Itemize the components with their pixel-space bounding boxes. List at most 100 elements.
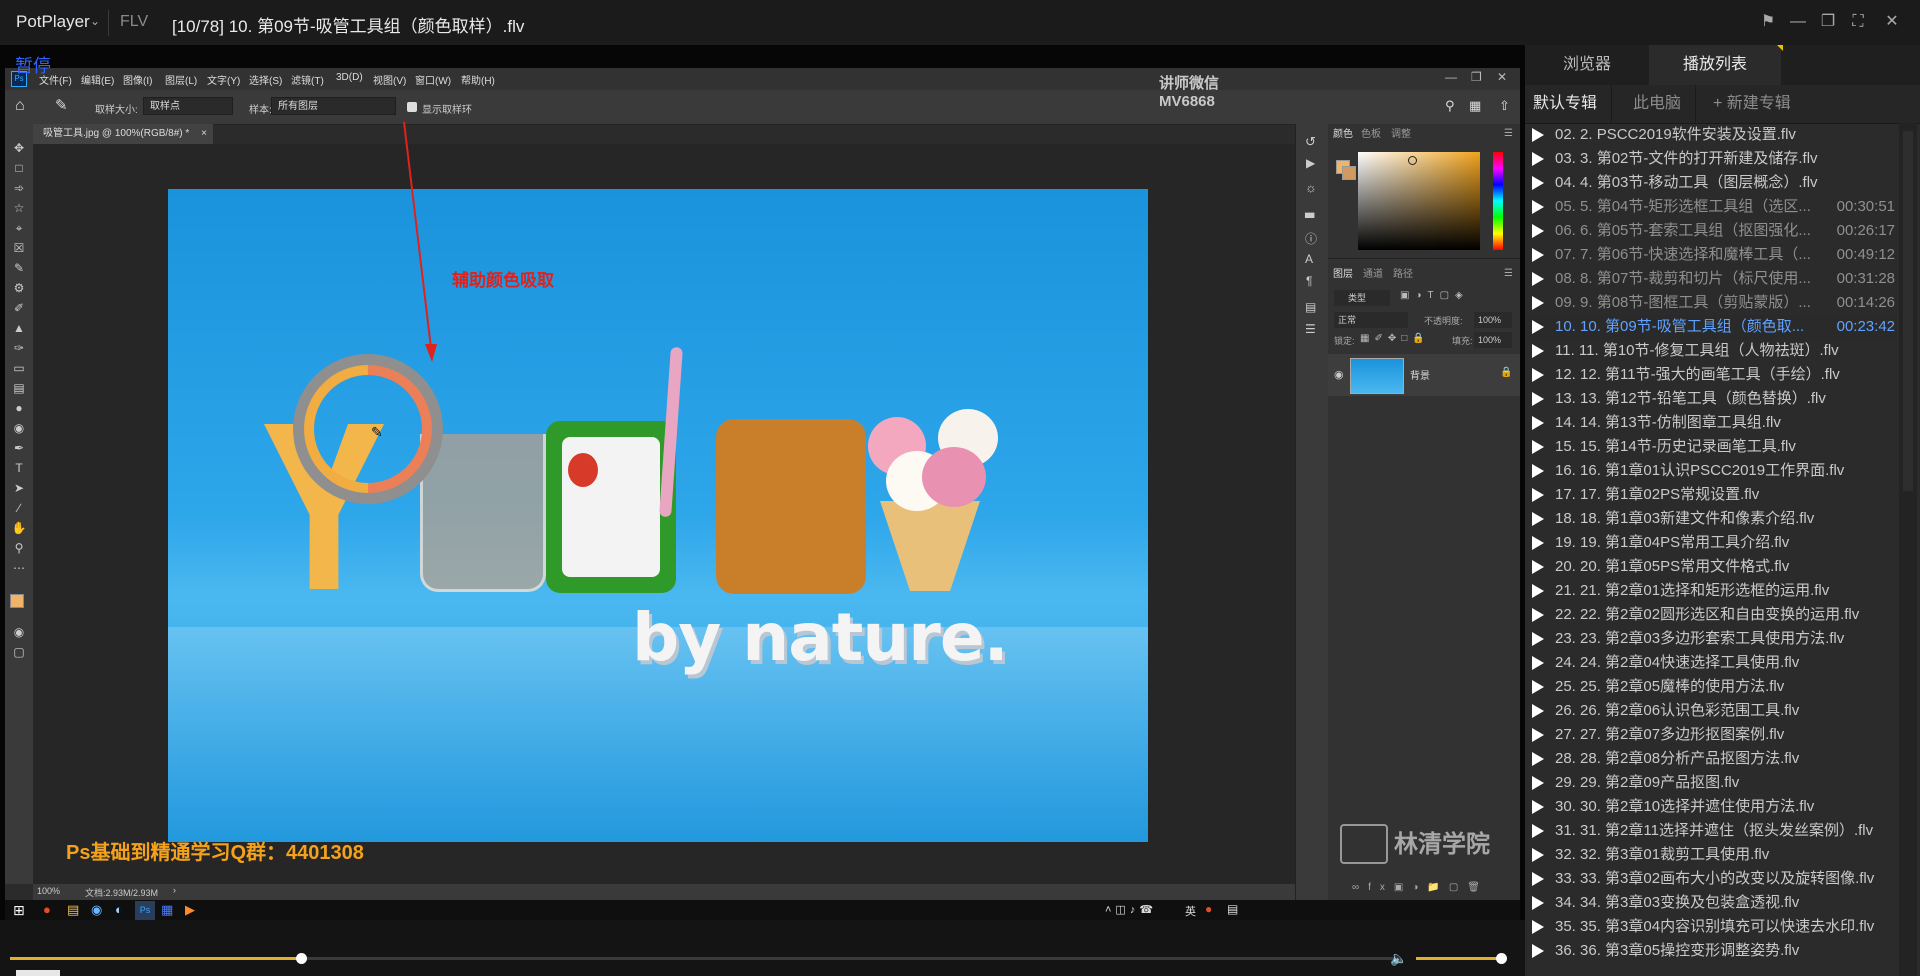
folder-icon[interactable]: ▤ — [67, 902, 79, 918]
playlist-item[interactable]: 13. 13. 第12节-铅笔工具（颜色替换）.flv — [1525, 387, 1897, 411]
hand-tool-icon[interactable]: ✋ — [11, 520, 27, 536]
menu-image[interactable]: 图像(I) — [123, 72, 152, 87]
adjust-icon[interactable]: ☼ — [1305, 180, 1317, 195]
color-field[interactable] — [1358, 152, 1480, 250]
tab-playlist[interactable]: 播放列表 — [1649, 45, 1781, 85]
menu-type[interactable]: 文字(Y) — [207, 72, 240, 87]
playlist-item[interactable]: 06. 6. 第05节-套索工具组（抠图强化... 00:26:17 — [1525, 219, 1897, 243]
history-brush-icon[interactable]: ✑ — [11, 340, 27, 356]
minimize-icon[interactable]: — — [1445, 70, 1457, 84]
playlist-item[interactable]: 08. 8. 第07节-裁剪和切片（标尺使用... 00:31:28 — [1525, 267, 1897, 291]
fullscreen-icon[interactable]: ⛶ — [1846, 10, 1870, 34]
show-ring-checkbox[interactable] — [407, 102, 417, 112]
fill-field[interactable]: 100% — [1474, 332, 1512, 348]
pen-tool-icon[interactable]: ✒ — [11, 440, 27, 456]
windows-start-icon[interactable]: ⊞ — [13, 902, 25, 919]
info-icon[interactable]: ⓘ — [1305, 230, 1317, 247]
browser-icon[interactable]: ◉ — [91, 902, 102, 918]
playlist-item[interactable]: 14. 14. 第13节-仿制图章工具组.flv — [1525, 411, 1897, 435]
tab-color[interactable]: 颜色 — [1333, 124, 1353, 146]
lock-icons[interactable]: ▦✐✥□🔒 — [1360, 333, 1430, 344]
playlist-item[interactable]: 27. 27. 第2章07多边形抠图案例.flv — [1525, 723, 1897, 747]
home-icon[interactable]: ⌂ — [15, 97, 25, 115]
zoom-tool-icon[interactable]: ⚲ — [11, 540, 27, 556]
gradient-tool-icon[interactable]: ▤ — [11, 380, 27, 396]
playlist-item[interactable]: 24. 24. 第2章04快速选择工具使用.flv — [1525, 651, 1897, 675]
playlist-item[interactable]: 28. 28. 第2章08分析产品抠图方法.flv — [1525, 747, 1897, 771]
panel-menu-icon[interactable]: ☰ — [1504, 128, 1513, 139]
document-tab[interactable]: 吸管工具.jpg @ 100%(RGB/8#) * × — [33, 124, 213, 144]
playlist-item[interactable]: 25. 25. 第2章05魔棒的使用方法.flv — [1525, 675, 1897, 699]
layers-footer-icons[interactable]: ∞fx▣◑📁▢🗑 — [1328, 882, 1520, 900]
chevron-down-icon[interactable]: ⌄ — [90, 14, 100, 28]
app-icon-3[interactable]: ▦ — [161, 902, 173, 918]
healing-tool-icon[interactable]: ⚙ — [11, 280, 27, 296]
volume-handle[interactable] — [1496, 953, 1507, 964]
playlist-item[interactable]: 04. 4. 第03节-移动工具（图层概念）.flv — [1525, 171, 1897, 195]
playlist-item[interactable]: 21. 21. 第2章01选择和矩形选框的运用.flv — [1525, 579, 1897, 603]
play-action-icon[interactable]: ▶ — [1306, 156, 1315, 170]
chevron-right-icon[interactable]: › — [173, 885, 176, 895]
app-icon-2[interactable]: ◐ — [115, 902, 123, 917]
eyedropper-icon[interactable]: ✎ — [55, 96, 68, 114]
playlist-item[interactable]: 33. 33. 第3章02画布大小的改变以及旋转图像.flv — [1525, 867, 1897, 891]
menu-filter[interactable]: 滤镜(T) — [291, 72, 324, 87]
layer-filter-icons[interactable]: ▣◑T▢◈ — [1400, 290, 1469, 301]
menu-window[interactable]: 窗口(W) — [415, 72, 451, 87]
playlist-item[interactable]: 32. 32. 第3章01裁剪工具使用.flv — [1525, 843, 1897, 867]
playlist-item[interactable]: 02. 2. PSCC2019软件安装及设置.flv — [1525, 123, 1897, 147]
move-tool-icon[interactable]: ✥ — [11, 140, 27, 156]
restore-icon[interactable]: ❐ — [1471, 70, 1482, 84]
blur-tool-icon[interactable]: ● — [11, 400, 27, 416]
playlist-item[interactable]: 31. 31. 第2章11选择并遮住（抠头发丝案例）.flv — [1525, 819, 1897, 843]
playlist-item[interactable]: 17. 17. 第1章02PS常规设置.flv — [1525, 483, 1897, 507]
playlist-item[interactable]: 29. 29. 第2章09产品抠图.flv — [1525, 771, 1897, 795]
notification-icon[interactable]: ▤ — [1227, 902, 1238, 916]
playlist-scrollbar[interactable] — [1899, 123, 1917, 976]
search-icon[interactable]: ⚲ — [1445, 98, 1455, 114]
menu-view[interactable]: 视图(V) — [373, 72, 406, 87]
marquee-tool-icon[interactable]: □ — [11, 160, 27, 176]
color-picker-ring[interactable] — [1408, 156, 1417, 165]
zoom-level[interactable]: 100% — [37, 886, 60, 896]
tab-adjustments[interactable]: 调整 — [1391, 124, 1411, 146]
playlist-item[interactable]: 19. 19. 第1章04PS常用工具介绍.flv — [1525, 531, 1897, 555]
opacity-field[interactable]: 100% — [1474, 312, 1512, 328]
playlist-item[interactable]: 34. 34. 第3章03变换及包装盒透视.flv — [1525, 891, 1897, 915]
type-tool-icon[interactable]: T — [11, 460, 27, 476]
history-icon[interactable]: ↺ — [1305, 134, 1316, 150]
playlist-item[interactable]: 30. 30. 第2章10选择并遮住使用方法.flv — [1525, 795, 1897, 819]
tab-swatches[interactable]: 色板 — [1361, 124, 1381, 146]
properties-icon[interactable]: ☰ — [1305, 322, 1316, 336]
quick-mask-icon[interactable]: ◉ — [11, 624, 27, 640]
tray-icons[interactable]: ˄◫♪☎ — [1105, 903, 1157, 916]
frame-tool-icon[interactable]: ☒ — [11, 240, 27, 256]
character-icon[interactable]: A — [1305, 252, 1313, 266]
app-name[interactable]: PotPlayer — [16, 12, 90, 32]
tab-browser[interactable]: 浏览器 — [1525, 45, 1649, 85]
tray-app-icon[interactable]: ● — [1205, 902, 1212, 916]
blend-mode-select[interactable]: 正常 — [1334, 312, 1408, 328]
brush-tool-icon[interactable]: ✐ — [11, 300, 27, 316]
pin-icon[interactable]: ⚑ — [1756, 10, 1780, 34]
dodge-tool-icon[interactable]: ◉ — [11, 420, 27, 436]
minimize-icon[interactable]: — — [1786, 10, 1810, 34]
playlist-item[interactable]: 16. 16. 第1章01认识PSCC2019工作界面.flv — [1525, 459, 1897, 483]
eyedropper-tool-icon[interactable]: ✎ — [11, 260, 27, 276]
hue-slider[interactable] — [1493, 152, 1503, 250]
menu-layer[interactable]: 图层(L) — [165, 72, 197, 87]
album-default[interactable]: 默认专辑 — [1533, 85, 1597, 123]
share-icon[interactable]: ⇧ — [1499, 98, 1510, 114]
path-select-icon[interactable]: ➤ — [11, 480, 27, 496]
scrollbar-thumb[interactable] — [1903, 131, 1913, 491]
seek-handle[interactable] — [295, 953, 307, 964]
eye-icon[interactable]: ◉ — [1334, 368, 1344, 381]
playlist-item[interactable]: 36. 36. 第3章05操控变形调整姿势.flv — [1525, 939, 1897, 963]
stamp-tool-icon[interactable]: ▲ — [11, 320, 27, 336]
menu-3d[interactable]: 3D(D) — [336, 72, 363, 83]
tab-layers[interactable]: 图层 — [1333, 264, 1353, 286]
layer-row-background[interactable]: ◉ 背景 🔒 — [1328, 354, 1520, 396]
playlist-item[interactable]: 23. 23. 第2章03多边形套索工具使用方法.flv — [1525, 627, 1897, 651]
menu-select[interactable]: 选择(S) — [249, 72, 282, 87]
playlist-item[interactable]: 05. 5. 第04节-矩形选框工具组（选区... 00:30:51 — [1525, 195, 1897, 219]
